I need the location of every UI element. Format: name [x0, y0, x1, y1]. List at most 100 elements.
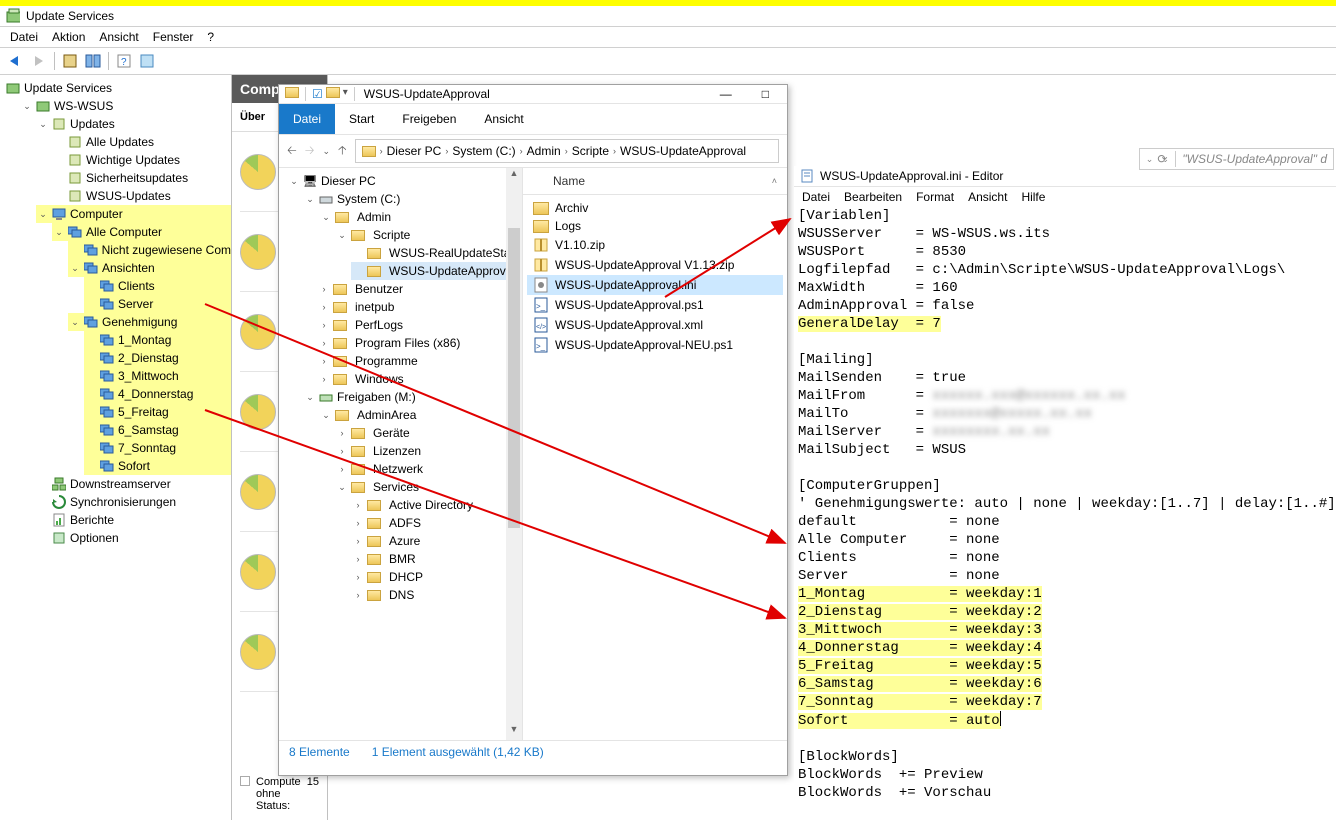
tree-views[interactable]: ⌄Ansichten: [68, 259, 231, 277]
nav-item[interactable]: ›ADFS: [351, 514, 522, 532]
file-item[interactable]: Archiv: [527, 199, 783, 217]
expand-icon[interactable]: ›: [319, 356, 329, 366]
crumb[interactable]: Dieser PC: [387, 144, 442, 158]
tree-approval[interactable]: ⌄Genehmigung: [68, 313, 231, 331]
breadcrumb[interactable]: › Dieser PC› System (C:)› Admin› Scripte…: [355, 139, 779, 163]
tree-root[interactable]: Update Services: [4, 79, 231, 97]
nav-drive-c[interactable]: ⌄System (C:): [303, 190, 522, 208]
crumb[interactable]: Scripte: [572, 144, 609, 158]
maximize-button[interactable]: □: [750, 87, 781, 101]
nav-item[interactable]: ›Lizenzen: [335, 442, 522, 460]
list-header[interactable]: Name˄: [523, 168, 787, 195]
nav-item[interactable]: ›Benutzer: [319, 280, 522, 298]
file-item[interactable]: WSUS-UpdateApproval V1.13.zip: [527, 255, 783, 275]
tree-item[interactable]: ·7_Sonntag: [84, 439, 231, 457]
checkbox-icon[interactable]: ☑: [312, 87, 323, 101]
tree-server[interactable]: ⌄WS-WSUS: [20, 97, 231, 115]
scroll-thumb[interactable]: [508, 228, 520, 528]
nav-item[interactable]: ›Programme: [319, 352, 522, 370]
crumb[interactable]: WSUS-UpdateApproval: [620, 144, 746, 158]
expand-icon[interactable]: ›: [319, 302, 329, 312]
nav-item[interactable]: ·WSUS-RealUpdateState: [351, 244, 522, 262]
nav-item[interactable]: ›Geräte: [335, 424, 522, 442]
tree-item[interactable]: ·2_Dienstag: [84, 349, 231, 367]
history-button[interactable]: ⌄: [322, 146, 330, 157]
expand-icon[interactable]: ›: [353, 500, 363, 510]
tree-allcomputers[interactable]: ⌄Alle Computer: [52, 223, 231, 241]
collapse-icon[interactable]: ⌄: [38, 119, 48, 130]
tree-item[interactable]: ·Sicherheitsupdates: [52, 169, 231, 187]
expand-icon[interactable]: ›: [319, 338, 329, 348]
explorer-nav[interactable]: ⌄🖥Dieser PC ⌄System (C:) ⌄Admin ⌄Scripte…: [279, 168, 523, 740]
tree-downstream[interactable]: ·Downstreamserver: [36, 475, 231, 493]
menu-help[interactable]: ?: [207, 30, 214, 44]
collapse-icon[interactable]: ⌄: [54, 227, 64, 238]
np-menu-datei[interactable]: Datei: [802, 190, 830, 204]
np-menu-hilfe[interactable]: Hilfe: [1021, 190, 1045, 204]
ribbon-share[interactable]: Freigeben: [388, 104, 470, 134]
scroll-up-icon[interactable]: ▲: [506, 168, 522, 184]
editor-body[interactable]: [Variablen]WSUSServer = WS-WSUS.ws.itsWS…: [794, 207, 1336, 802]
file-item[interactable]: >_WSUS-UpdateApproval-NEU.ps1: [527, 335, 783, 355]
forward-button[interactable]: 🡢: [305, 141, 315, 162]
nav-item[interactable]: ›BMR: [351, 550, 522, 568]
collapse-icon[interactable]: ⌄: [305, 194, 315, 205]
checkbox-icon[interactable]: [240, 776, 250, 786]
tree-sync[interactable]: ·Synchronisierungen: [36, 493, 231, 511]
expand-icon[interactable]: ›: [337, 446, 347, 456]
nav-item[interactable]: ›Windows: [319, 370, 522, 388]
minimize-button[interactable]: —: [708, 87, 744, 101]
file-item[interactable]: Logs: [527, 217, 783, 235]
tree-unassigned[interactable]: ·Nicht zugewiesene Com: [68, 241, 231, 259]
collapse-icon[interactable]: ⌄: [70, 263, 80, 274]
up-button[interactable]: 🡡: [338, 141, 347, 162]
nav-adminarea[interactable]: ⌄AdminArea: [319, 406, 522, 424]
expand-icon[interactable]: ›: [337, 464, 347, 474]
expand-icon[interactable]: ›: [319, 320, 329, 330]
crumb[interactable]: System (C:): [452, 144, 515, 158]
file-item[interactable]: V1.10.zip: [527, 235, 783, 255]
nav-drive-m[interactable]: ⌄Freigaben (M:): [303, 388, 522, 406]
np-menu-bearbeiten[interactable]: Bearbeiten: [844, 190, 902, 204]
expand-icon[interactable]: ›: [319, 374, 329, 384]
tree-item[interactable]: ·Alle Updates: [52, 133, 231, 151]
nav-scripte[interactable]: ⌄Scripte: [335, 226, 522, 244]
menu-ansicht[interactable]: Ansicht: [99, 30, 138, 44]
np-menu-ansicht[interactable]: Ansicht: [968, 190, 1007, 204]
scroll-down-icon[interactable]: ▼: [506, 724, 522, 740]
nav-item[interactable]: ›Azure: [351, 532, 522, 550]
crumb-overflow[interactable]: ⌄: [1161, 148, 1169, 170]
tree-item[interactable]: ·Clients: [84, 277, 231, 295]
collapse-icon[interactable]: ⌄: [38, 209, 48, 220]
nav-item[interactable]: ›DHCP: [351, 568, 522, 586]
tree-item[interactable]: ·5_Freitag: [84, 403, 231, 421]
file-list[interactable]: Name˄ ArchivLogsV1.10.zipWSUS-UpdateAppr…: [523, 168, 787, 740]
toolbar-btn-1[interactable]: [60, 51, 80, 71]
crumb[interactable]: Admin: [527, 144, 561, 158]
menu-fenster[interactable]: Fenster: [153, 30, 194, 44]
nav-item[interactable]: ›inetpub: [319, 298, 522, 316]
tree-item[interactable]: ·4_Donnerstag: [84, 385, 231, 403]
collapse-icon[interactable]: ⌄: [70, 317, 80, 328]
tree-item[interactable]: ·Server: [84, 295, 231, 313]
tree-reports[interactable]: ·Berichte: [36, 511, 231, 529]
tree-item[interactable]: ·Wichtige Updates: [52, 151, 231, 169]
toolbar-btn-2[interactable]: [83, 51, 103, 71]
tree-item[interactable]: ·3_Mittwoch: [84, 367, 231, 385]
collapse-icon[interactable]: ⌄: [289, 176, 299, 187]
file-item[interactable]: </>WSUS-UpdateApproval.xml: [527, 315, 783, 335]
expand-icon[interactable]: ›: [353, 554, 363, 564]
tree-item[interactable]: ·Sofort: [84, 457, 231, 475]
nav-item[interactable]: ›Active Directory: [351, 496, 522, 514]
ribbon-start[interactable]: Start: [335, 104, 388, 134]
menu-datei[interactable]: Datei: [10, 30, 38, 44]
tree-item[interactable]: ·1_Montag: [84, 331, 231, 349]
ribbon-view[interactable]: Ansicht: [470, 104, 537, 134]
expand-icon[interactable]: ›: [353, 572, 363, 582]
back-button[interactable]: 🡠: [287, 141, 297, 162]
expand-icon[interactable]: ›: [353, 536, 363, 546]
scrollbar[interactable]: ▲▼: [506, 168, 522, 740]
collapse-icon[interactable]: ⌄: [337, 230, 347, 241]
nav-item[interactable]: ›Program Files (x86): [319, 334, 522, 352]
toolbar-btn-4[interactable]: [137, 51, 157, 71]
